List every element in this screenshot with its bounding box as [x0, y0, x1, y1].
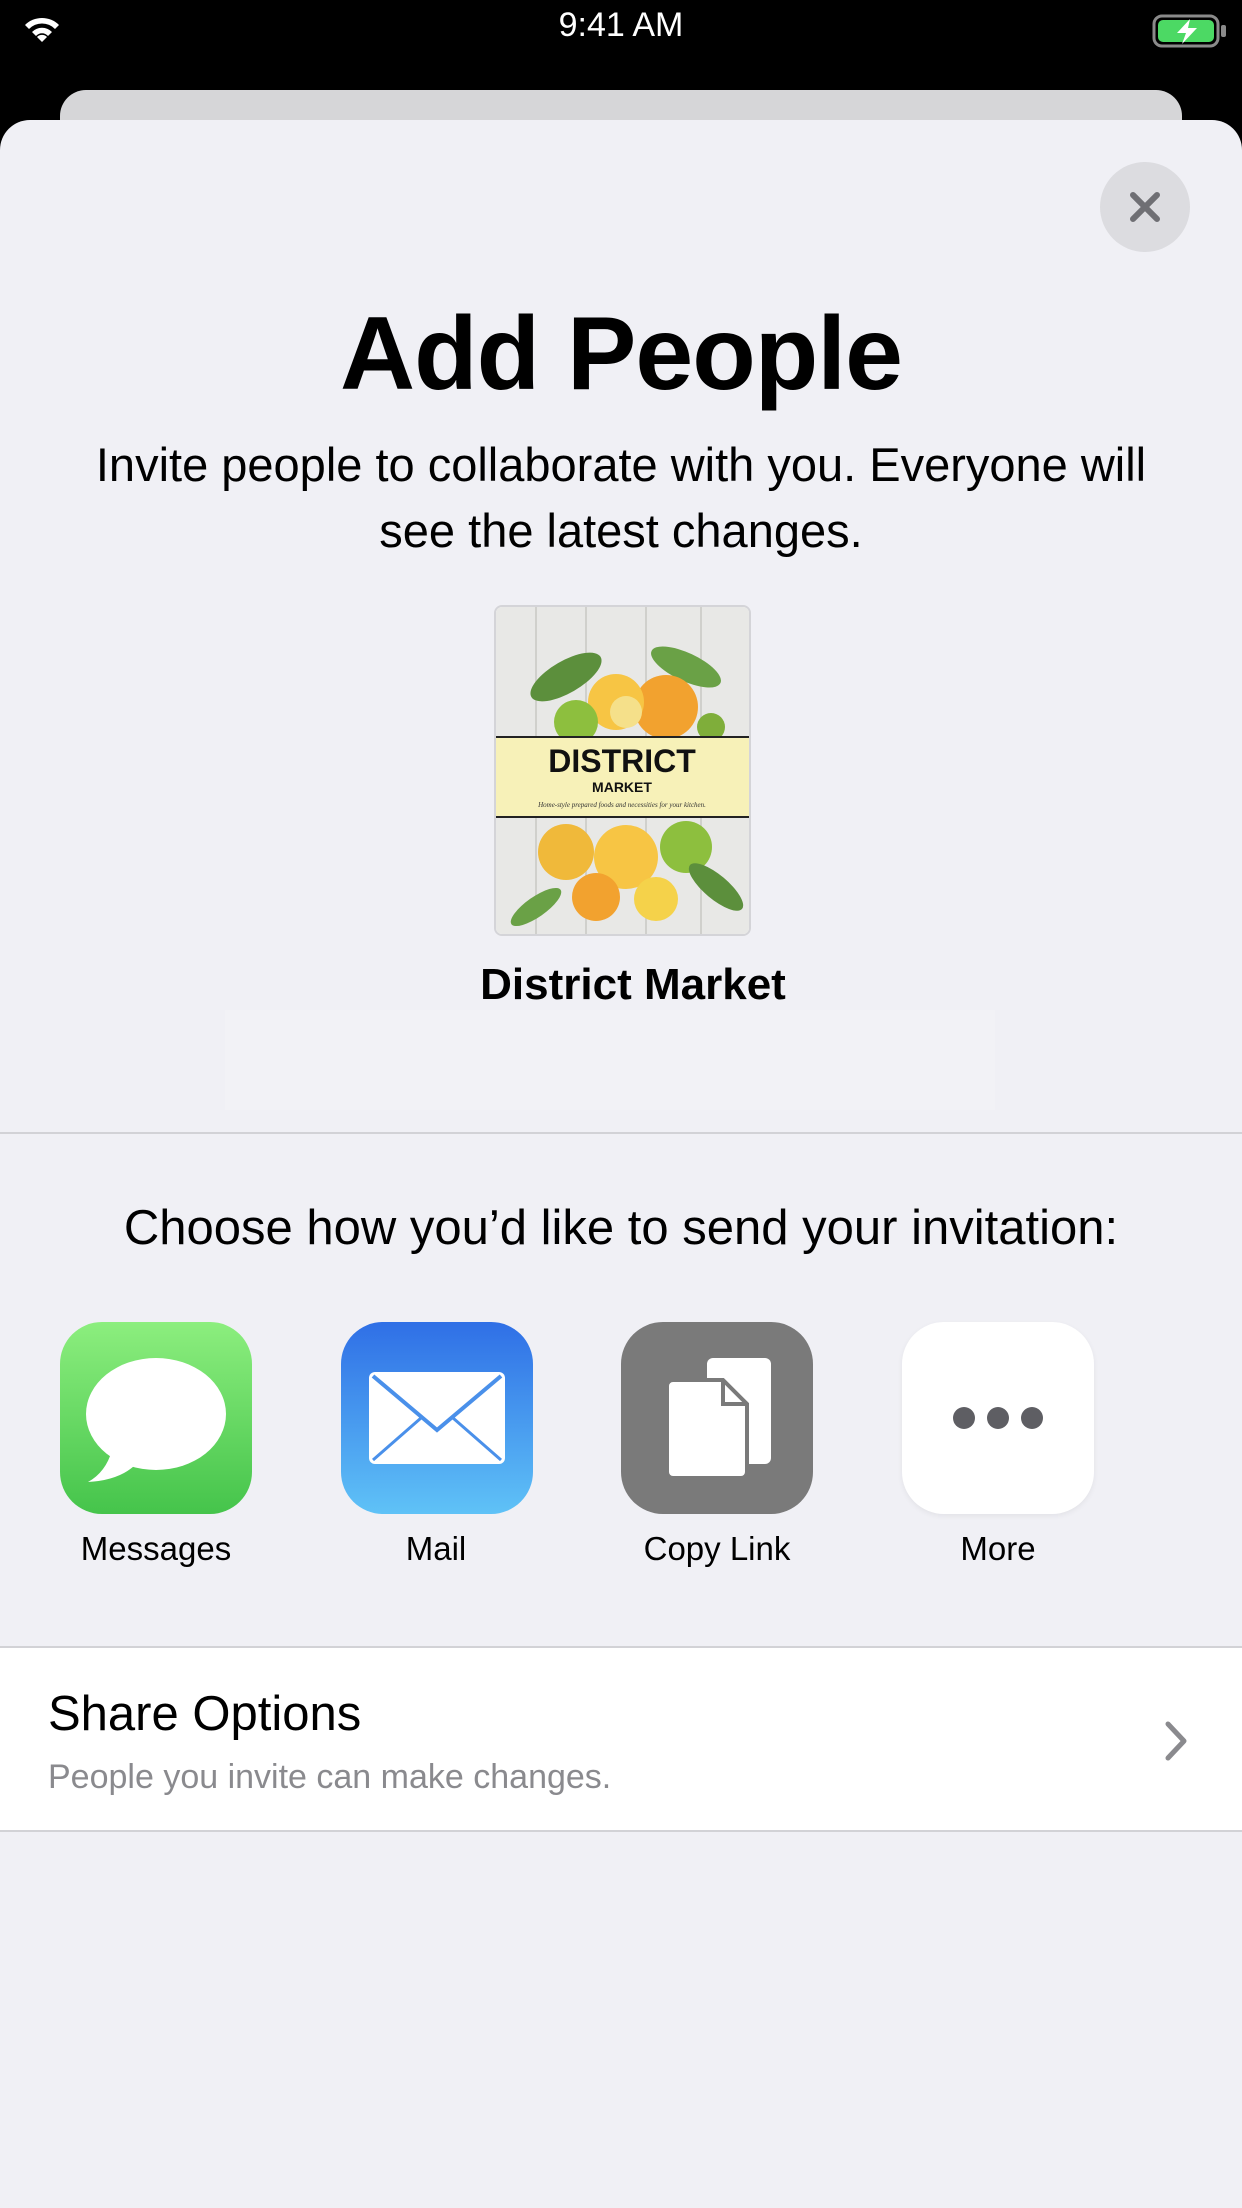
status-time: 9:41 AM: [558, 6, 684, 44]
divider: [0, 1132, 1242, 1134]
share-options-title: Share Options: [48, 1687, 362, 1741]
faint-field: [225, 1010, 995, 1110]
more-button[interactable]: [902, 1322, 1094, 1514]
copy-link-label: Copy Link: [643, 1530, 791, 1567]
mail-button[interactable]: [341, 1322, 533, 1514]
close-button[interactable]: [1100, 162, 1190, 252]
mail-icon: [369, 1372, 505, 1464]
cover-title: DISTRICT: [548, 743, 696, 779]
close-icon: [1130, 192, 1160, 222]
page-title: Add People: [339, 296, 903, 412]
share-options-row[interactable]: Share Options People you invite can make…: [0, 1646, 1242, 1832]
messages-label: Messages: [80, 1530, 232, 1567]
copy-link-icon: [665, 1358, 771, 1480]
document-name: District Market: [480, 960, 786, 1009]
battery-charging-icon: [1152, 14, 1226, 48]
share-options-subtitle: People you invite can make changes.: [48, 1758, 612, 1796]
cover-tagline: Home-style prepared foods and necessitie…: [537, 801, 706, 809]
messages-icon: [86, 1358, 226, 1482]
more-label: More: [960, 1530, 1036, 1567]
mail-label: Mail: [405, 1530, 467, 1567]
messages-button[interactable]: [60, 1322, 252, 1514]
status-bar: 9:41 AM: [0, 0, 1242, 60]
cover-subtitle: MARKET: [592, 779, 652, 795]
chevron-right-icon: [1165, 1721, 1187, 1761]
document-cover-image: DISTRICT MARKET Home-style prepared food…: [496, 607, 749, 934]
invitation-prompt: Choose how you’d like to send your invit…: [123, 1201, 1119, 1255]
copy-link-button[interactable]: [621, 1322, 813, 1514]
page-subtitle: Invite people to collaborate with you. E…: [95, 438, 1147, 557]
document-thumbnail: DISTRICT MARKET Home-style prepared food…: [494, 605, 751, 936]
more-icon: [953, 1407, 1043, 1429]
